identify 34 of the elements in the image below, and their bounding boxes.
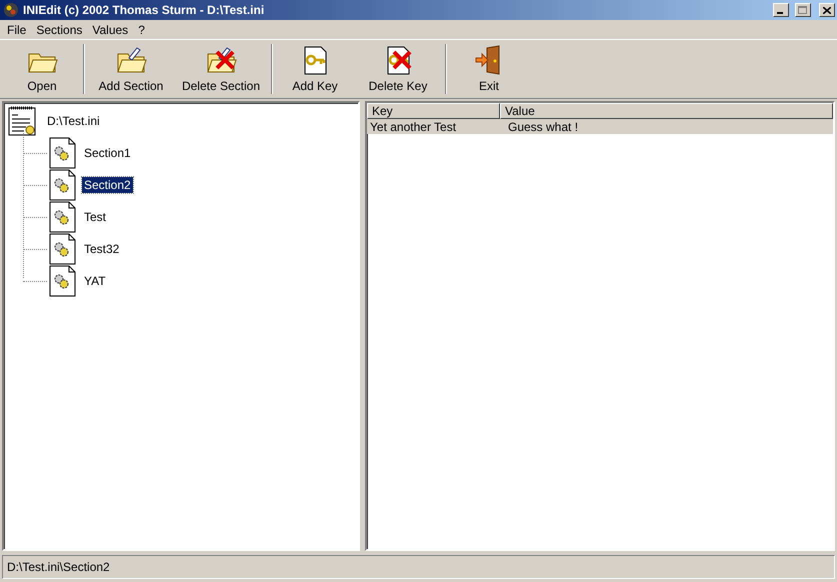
table-row[interactable]: Yet another Test Guess what !	[367, 119, 833, 134]
minimize-button[interactable]	[773, 3, 789, 17]
status-bar: D:\Test.ini\Section2	[2, 555, 835, 579]
tree-item[interactable]: Test32	[82, 241, 122, 257]
maximize-button[interactable]	[795, 3, 811, 17]
menu-item[interactable]: Values	[87, 22, 134, 36]
gear-document-icon	[49, 137, 76, 169]
menu-item[interactable]: Sections	[31, 22, 88, 36]
maximize-icon	[798, 6, 808, 14]
menu-item[interactable]: File	[2, 22, 32, 36]
column-header[interactable]: Value	[500, 103, 833, 119]
toolbar-button[interactable]: Exit	[450, 42, 528, 96]
app-icon	[3, 2, 19, 18]
gear-document-icon	[49, 169, 76, 201]
toolbar-button[interactable]: Delete Key	[354, 42, 442, 96]
close-icon	[823, 6, 831, 14]
toolbar-button[interactable]: Delete Section	[174, 42, 268, 96]
column-header[interactable]: Key	[367, 103, 500, 119]
table-cell-text: Guess what !	[507, 120, 580, 134]
gear-document-icon	[49, 201, 76, 233]
tree-item[interactable]: YAT	[82, 273, 108, 289]
toolbar-button[interactable]: Add Key	[276, 42, 354, 96]
table-cell-text: Yet another Test	[369, 120, 458, 134]
tree-item[interactable]: D:\Test.ini	[45, 113, 102, 129]
tree-item[interactable]: Test	[82, 209, 108, 225]
gear-document-icon	[49, 265, 76, 297]
tree-item[interactable]: Section2	[82, 177, 133, 193]
close-button[interactable]	[819, 3, 835, 17]
toolbar-button[interactable]: Open	[4, 42, 80, 96]
tree-item[interactable]: Section1	[82, 145, 133, 161]
toolbar-button[interactable]: Add Section	[88, 42, 174, 96]
gear-document-icon	[49, 233, 76, 265]
menu-item[interactable]: ?	[133, 22, 150, 36]
window-title: INIEdit (c) 2002 Thomas Sturm - D:\Test.ini	[23, 3, 266, 17]
